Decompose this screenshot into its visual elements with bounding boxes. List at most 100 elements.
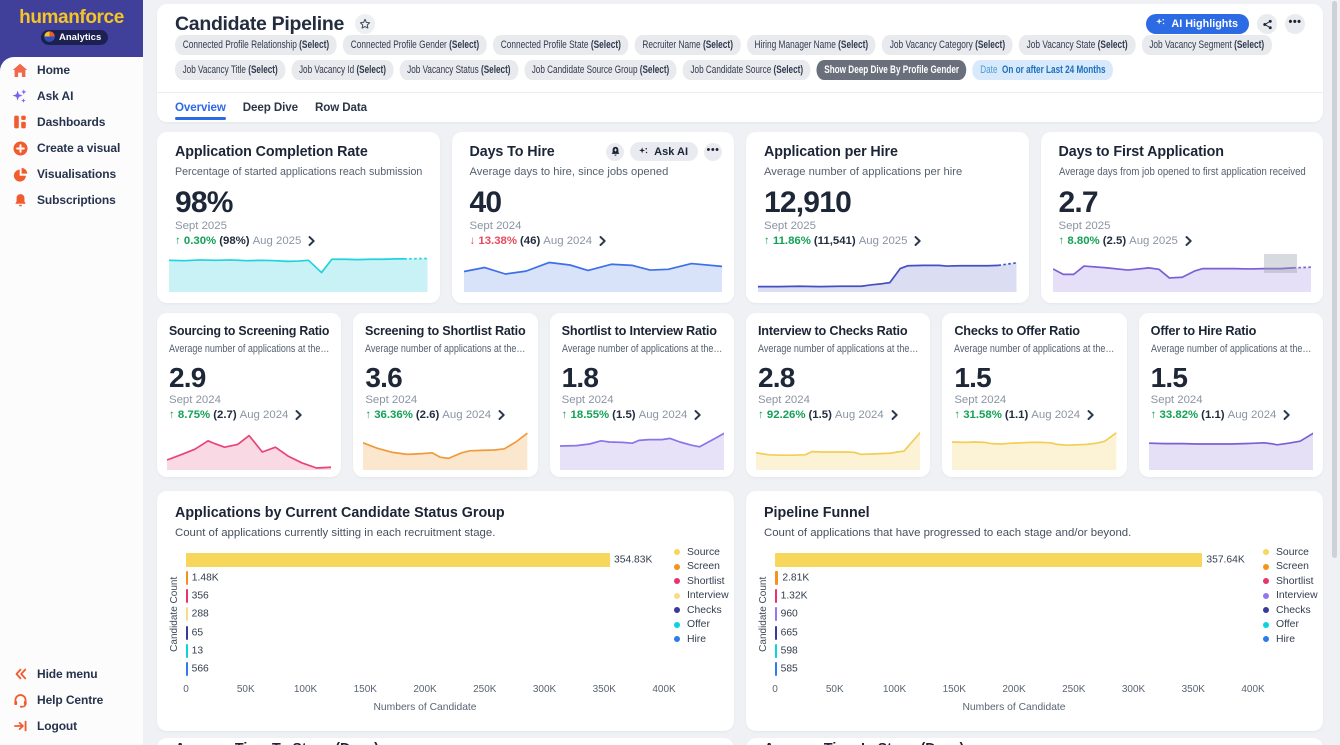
filter-chip-job-candidate-source[interactable]: Job Candidate Source(Select) xyxy=(683,60,811,80)
bar-screen[interactable] xyxy=(186,571,188,585)
bar-hire[interactable] xyxy=(186,662,188,676)
headset-icon xyxy=(12,692,28,708)
legend-item-hire[interactable]: Hire xyxy=(1263,632,1318,647)
bar-offer[interactable] xyxy=(186,644,188,658)
legend-dot-icon xyxy=(1263,578,1269,584)
y-axis-title: Candidate Count xyxy=(758,551,769,678)
x-axis-tick: 400K xyxy=(652,684,675,695)
filter-chip-job-vacancy-title[interactable]: Job Vacancy Title(Select) xyxy=(175,60,285,80)
sidebar-item-help-centre[interactable]: Help Centre xyxy=(0,687,143,713)
kpi-card-checks-to-offer-ratio: Checks to Offer Ratio Average number of … xyxy=(942,313,1126,477)
page-scrollbar[interactable] xyxy=(1332,1,1337,558)
sidebar-item-create-a-visual[interactable]: Create a visual xyxy=(0,135,143,161)
tab-deep-dive[interactable]: Deep Dive xyxy=(243,93,298,122)
ask-ai-button[interactable]: Ask AI xyxy=(630,142,698,161)
sidebar-item-visualisations[interactable]: Visualisations xyxy=(0,161,143,187)
chart-plot-area: Candidate Count354.83K1.48K3562886513566… xyxy=(157,491,734,731)
filter-chip-job-vacancy-segment[interactable]: Job Vacancy Segment(Select) xyxy=(1142,35,1272,55)
filter-chip-date[interactable]: Date On or after Last 24 Months xyxy=(973,60,1113,80)
sidebar-item-ask-ai[interactable]: Ask AI xyxy=(0,83,143,109)
legend-item-offer[interactable]: Offer xyxy=(674,618,729,633)
kpi-sparkline xyxy=(756,430,920,470)
chevron-right-icon[interactable] xyxy=(1283,410,1290,420)
header-card: Candidate Pipeline AI Highlights ••• Con… xyxy=(157,4,1323,122)
chevron-right-icon[interactable] xyxy=(891,410,898,420)
chevron-right-icon[interactable] xyxy=(599,236,606,246)
kpi-sparkline xyxy=(464,256,723,292)
bar-screen[interactable] xyxy=(775,571,778,585)
bar-source[interactable] xyxy=(186,553,610,567)
filter-chip-show-deep-dive-by-profile-gender[interactable]: Show Deep Dive By Profile Gender xyxy=(817,60,967,80)
chevron-right-icon[interactable] xyxy=(694,410,701,420)
sidebar-item-dashboards[interactable]: Dashboards xyxy=(0,109,143,135)
chevron-right-icon[interactable] xyxy=(308,236,315,246)
bar-offer[interactable] xyxy=(775,644,777,658)
bar-checks[interactable] xyxy=(186,626,188,640)
bar-checks[interactable] xyxy=(775,626,777,640)
ai-highlights-button[interactable]: AI Highlights xyxy=(1146,14,1249,34)
bar-interview[interactable] xyxy=(775,607,777,621)
delta-previous-value: (46) xyxy=(520,235,540,247)
more-options-button[interactable]: ••• xyxy=(1285,14,1305,34)
chevron-right-icon[interactable] xyxy=(295,410,302,420)
legend-item-shortlist[interactable]: Shortlist xyxy=(1263,574,1318,589)
tab-row-data[interactable]: Row Data xyxy=(315,93,367,122)
filter-chip-job-vacancy-category[interactable]: Job Vacancy Category(Select) xyxy=(882,35,1013,55)
filter-chip-connected-profile-relationship[interactable]: Connected Profile Relationship(Select) xyxy=(175,35,337,55)
filter-chip-job-vacancy-state[interactable]: Job Vacancy State(Select) xyxy=(1019,35,1135,55)
menu-item-label: Logout xyxy=(37,719,77,733)
x-axis-tick: 200K xyxy=(1002,684,1025,695)
legend-item-shortlist[interactable]: Shortlist xyxy=(674,574,729,589)
bar-value-label: 2.81K xyxy=(782,573,809,584)
x-axis-tick: 50K xyxy=(237,684,255,695)
tab-overview[interactable]: Overview xyxy=(175,93,226,122)
sidebar-footer-menu: Hide menuHelp Centre Logout xyxy=(0,661,143,739)
chevron-right-icon[interactable] xyxy=(914,236,921,246)
filter-chip-job-vacancy-id[interactable]: Job Vacancy Id(Select) xyxy=(291,60,393,80)
chart-card-applications-by-current-candidate-status-group: Applications by Current Candidate Status… xyxy=(157,491,734,731)
legend-item-screen[interactable]: Screen xyxy=(1263,560,1318,575)
legend-dot-icon xyxy=(1263,564,1269,570)
chevron-right-icon[interactable] xyxy=(1185,236,1192,246)
bar-interview[interactable] xyxy=(186,607,188,621)
kpi-delta: ↑ 31.58% (1.1) Aug 2024 xyxy=(954,409,1114,421)
legend-item-checks[interactable]: Checks xyxy=(674,603,729,618)
chevron-right-icon[interactable] xyxy=(1087,410,1094,420)
kpi-value: 2.7 xyxy=(1059,188,1306,218)
favorite-button[interactable] xyxy=(355,14,375,34)
sidebar-item-home[interactable]: Home xyxy=(0,57,143,83)
star-icon xyxy=(359,18,371,30)
filter-chip-recruiter-name[interactable]: Recruiter Name(Select) xyxy=(635,35,741,55)
legend-item-source[interactable]: Source xyxy=(674,545,729,560)
legend-item-screen[interactable]: Screen xyxy=(674,560,729,575)
delta-down-arrow-and-pct: ↓ 13.38% xyxy=(470,235,518,247)
legend-item-source[interactable]: Source xyxy=(1263,545,1318,560)
legend-item-checks[interactable]: Checks xyxy=(1263,603,1318,618)
x-axis-tick: 100K xyxy=(883,684,906,695)
legend-item-interview[interactable]: Interview xyxy=(1263,589,1318,604)
bar-source[interactable] xyxy=(775,553,1202,567)
filter-chip-hiring-manager-name[interactable]: Hiring Manager Name(Select) xyxy=(747,35,876,55)
delta-up-arrow-and-pct: ↑ 0.30% xyxy=(175,235,216,247)
filter-chip-job-candidate-source-group[interactable]: Job Candidate Source Group(Select) xyxy=(524,60,677,80)
filter-chip-connected-profile-state[interactable]: Connected Profile State(Select) xyxy=(493,35,629,55)
bar-hire[interactable] xyxy=(775,662,777,676)
legend-dot-icon xyxy=(674,636,680,642)
sidebar-item-hide-menu[interactable]: Hide menu xyxy=(0,661,143,687)
bar-shortlist[interactable] xyxy=(186,589,188,603)
alert-button[interactable] xyxy=(606,143,624,161)
legend-item-interview[interactable]: Interview xyxy=(674,589,729,604)
filter-chip-connected-profile-gender[interactable]: Connected Profile Gender(Select) xyxy=(343,35,487,55)
legend-item-offer[interactable]: Offer xyxy=(1263,618,1318,633)
legend-item-hire[interactable]: Hire xyxy=(674,632,729,647)
bar-shortlist[interactable] xyxy=(775,589,777,603)
share-button[interactable] xyxy=(1257,14,1277,34)
chevron-right-icon[interactable] xyxy=(498,410,505,420)
x-axis-tick: 250K xyxy=(1062,684,1085,695)
chart-legend: Source Screen Shortlist Interview Checks… xyxy=(674,545,729,647)
legend-label: Shortlist xyxy=(1276,576,1314,587)
card-more-button[interactable]: ••• xyxy=(704,143,722,161)
sidebar-item-logout[interactable]: Logout xyxy=(0,713,143,739)
filter-chip-job-vacancy-status[interactable]: Job Vacancy Status(Select) xyxy=(400,60,519,80)
sidebar-item-subscriptions[interactable]: Subscriptions xyxy=(0,187,143,213)
